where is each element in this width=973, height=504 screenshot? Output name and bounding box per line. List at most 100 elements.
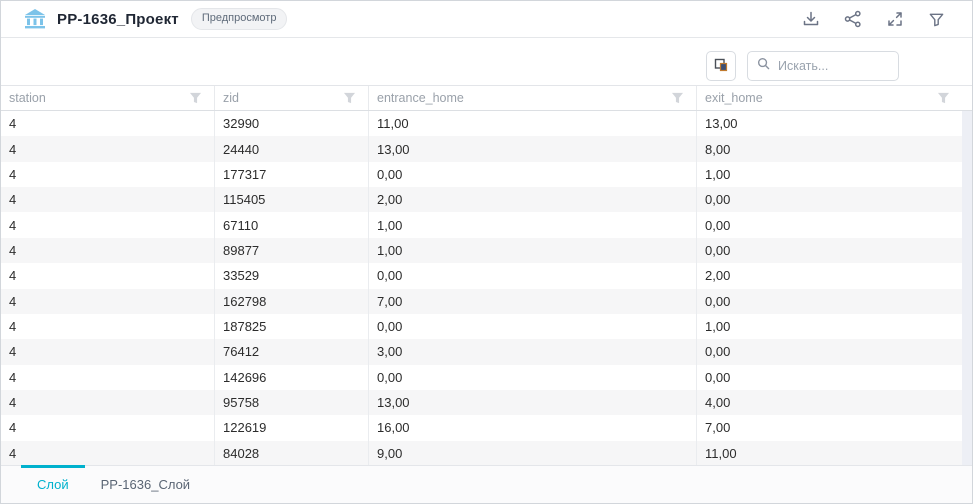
table-row[interactable]: 41878250,001,00 [1, 314, 972, 339]
table-cell: 162798 [215, 289, 369, 314]
table-cell: 76412 [215, 339, 369, 364]
filter-icon[interactable] [927, 10, 946, 29]
tab-label: Слой [37, 477, 69, 492]
table-cell: 4,00 [697, 390, 962, 415]
table-cell: 4 [1, 136, 215, 161]
column-filter-icon[interactable] [671, 92, 684, 104]
table-cell: 4 [1, 415, 215, 440]
top-header: PP-1636_Проект Предпросмотр [1, 1, 972, 38]
column-filter-icon[interactable] [343, 92, 356, 104]
table-cell: 13,00 [697, 111, 962, 136]
table-cell: 1,00 [369, 238, 697, 263]
page-title: PP-1636_Проект [57, 11, 179, 28]
preview-badge: Предпросмотр [191, 8, 288, 29]
table-cell: 4 [1, 212, 215, 237]
search-box [747, 51, 899, 81]
table-cell: 142696 [215, 365, 369, 390]
table-cell: 89877 [215, 238, 369, 263]
table-row[interactable]: 412261916,007,00 [1, 415, 972, 440]
table-cell: 67110 [215, 212, 369, 237]
table-cell: 0,00 [697, 339, 962, 364]
table-cell: 1,00 [697, 162, 962, 187]
column-filter-icon[interactable] [189, 92, 202, 104]
table-cell: 2,00 [697, 263, 962, 288]
table-cell: 33529 [215, 263, 369, 288]
table-row[interactable]: 4335290,002,00 [1, 263, 972, 288]
column-header-zid[interactable]: zid [215, 86, 369, 110]
table-cell: 32990 [215, 111, 369, 136]
table-cell: 0,00 [369, 314, 697, 339]
table-cell: 4 [1, 111, 215, 136]
table-row[interactable]: 4671101,000,00 [1, 212, 972, 237]
column-header-label: zid [223, 91, 239, 105]
table-row[interactable]: 41154052,000,00 [1, 187, 972, 212]
table-cell: 95758 [215, 390, 369, 415]
fullscreen-icon[interactable] [885, 10, 904, 29]
table-cell: 0,00 [369, 263, 697, 288]
table-cell: 4 [1, 238, 215, 263]
column-header-label: station [9, 91, 46, 105]
table-cell: 0,00 [697, 187, 962, 212]
table-cell: 0,00 [697, 365, 962, 390]
table-cell: 13,00 [369, 390, 697, 415]
layer-tabbar: Слой PP-1636_Слой [1, 465, 972, 503]
table-row[interactable]: 4840289,0011,00 [1, 441, 972, 465]
table-cell: 4 [1, 162, 215, 187]
table-cell: 115405 [215, 187, 369, 212]
table-cell: 4 [1, 339, 215, 364]
table-cell: 11,00 [369, 111, 697, 136]
table-cell: 24440 [215, 136, 369, 161]
app-window: PP-1636_Проект Предпросмотр [0, 0, 973, 504]
header-actions [801, 10, 946, 29]
tab-layer[interactable]: Слой [21, 466, 85, 503]
search-icon [757, 57, 770, 75]
copy-icon [713, 57, 729, 76]
tab-label: PP-1636_Слой [101, 477, 190, 492]
table-row[interactable]: 43299011,0013,00 [1, 111, 972, 136]
tab-pp-1636-layer[interactable]: PP-1636_Слой [85, 466, 206, 503]
table-cell: 0,00 [369, 162, 697, 187]
table-cell: 177317 [215, 162, 369, 187]
table-cell: 187825 [215, 314, 369, 339]
table-cell: 13,00 [369, 136, 697, 161]
attribute-table: station zid entrance_home exit_home [1, 85, 972, 465]
column-header-station[interactable]: station [1, 86, 215, 110]
table-row[interactable]: 41627987,000,00 [1, 289, 972, 314]
table-cell: 0,00 [697, 238, 962, 263]
download-icon[interactable] [801, 10, 820, 29]
copy-table-button[interactable] [706, 51, 736, 81]
table-cell: 4 [1, 289, 215, 314]
table-cell: 4 [1, 187, 215, 212]
table-cell: 4 [1, 314, 215, 339]
table-cell: 122619 [215, 415, 369, 440]
bank-icon [23, 8, 47, 30]
vertical-scrollbar[interactable] [962, 111, 972, 465]
table-row[interactable]: 49575813,004,00 [1, 390, 972, 415]
table-row[interactable]: 42444013,008,00 [1, 136, 972, 161]
table-cell: 7,00 [369, 289, 697, 314]
table-cell: 0,00 [369, 365, 697, 390]
search-input[interactable] [776, 58, 889, 74]
table-cell: 4 [1, 263, 215, 288]
table-cell: 1,00 [369, 212, 697, 237]
table-cell: 4 [1, 390, 215, 415]
table-row[interactable]: 41773170,001,00 [1, 162, 972, 187]
column-header-label: exit_home [705, 91, 763, 105]
table-row[interactable]: 4764123,000,00 [1, 339, 972, 364]
table-body: 43299011,0013,0042444013,008,0041773170,… [1, 111, 972, 465]
column-header-exit-home[interactable]: exit_home [697, 86, 962, 110]
table-cell: 4 [1, 441, 215, 465]
column-header-entrance-home[interactable]: entrance_home [369, 86, 697, 110]
table-cell: 84028 [215, 441, 369, 465]
table-header-row: station zid entrance_home exit_home [1, 85, 972, 111]
table-row[interactable]: 41426960,000,00 [1, 365, 972, 390]
table-cell: 8,00 [697, 136, 962, 161]
table-cell: 9,00 [369, 441, 697, 465]
table-cell: 2,00 [369, 187, 697, 212]
table-toolbar [1, 38, 972, 85]
column-filter-icon[interactable] [937, 92, 950, 104]
table-cell: 7,00 [697, 415, 962, 440]
column-header-label: entrance_home [377, 91, 464, 105]
share-icon[interactable] [843, 10, 862, 29]
table-row[interactable]: 4898771,000,00 [1, 238, 972, 263]
